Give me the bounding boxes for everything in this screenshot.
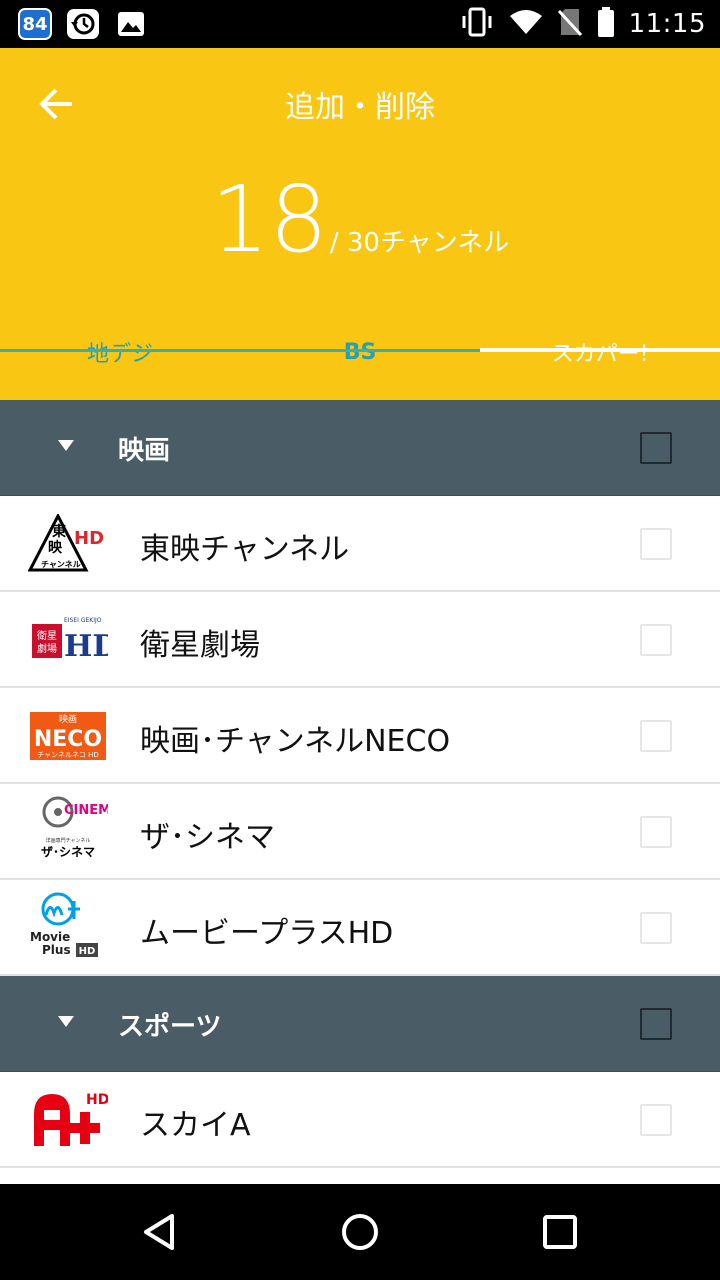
movieplus-logo-line1: Movie: [30, 930, 70, 944]
recents-nav-button[interactable]: [536, 1208, 584, 1256]
channel-list: 映画 東 映 HD チャンネル 東映チャンネル 衛星 劇場 HD EISEI G…: [0, 400, 720, 1168]
movieplus-logo-line2: Plus: [42, 943, 71, 957]
channel-row[interactable]: 東 映 HD チャンネル 東映チャンネル: [0, 496, 720, 592]
channel-checkbox[interactable]: [640, 816, 672, 848]
cinema-logo-sub2: ザ･シネマ: [41, 845, 95, 859]
category-label: スポーツ: [118, 1012, 222, 1042]
channel-label: 衛星劇場: [140, 628, 260, 663]
channel-label: 映画･チャンネルNECO: [140, 724, 451, 759]
channel-label: ザ･シネマ: [140, 820, 275, 855]
channel-checkbox[interactable]: [640, 624, 672, 656]
notification-badge: 84: [18, 8, 52, 40]
square-recents-icon: [543, 1215, 577, 1249]
channel-row[interactable]: Movie Plus HD ムービープラスHD: [0, 880, 720, 976]
category-checkbox[interactable]: [640, 432, 672, 464]
category-row-sports[interactable]: スポーツ: [0, 976, 720, 1072]
category-label: 映画: [118, 436, 171, 466]
the-cinema-logo: CINEMA 洋画専門チャンネル ザ･シネマ: [28, 796, 108, 862]
channel-checkbox[interactable]: [640, 1104, 672, 1136]
eisei-logo-hd: HD: [64, 629, 108, 664]
eisei-logo-top: EISEI GEKIJO: [64, 617, 102, 624]
sky-a-logo: HD: [28, 1090, 108, 1150]
tab-bs[interactable]: BS: [240, 306, 480, 398]
clock: 11:15: [628, 9, 706, 39]
tab-divider: [0, 349, 480, 352]
neco-logo-main: NECO: [34, 727, 102, 752]
channel-checkbox[interactable]: [640, 720, 672, 752]
cinema-logo-main: CINEMA: [64, 803, 108, 818]
channel-count: 18/ 30チャンネル: [0, 166, 720, 273]
status-bar-right: 11:15: [459, 6, 706, 42]
image-icon: [114, 8, 148, 40]
channel-label: ムービープラスHD: [140, 916, 394, 951]
cinema-logo-sub1: 洋画専門チャンネル: [46, 837, 91, 844]
channel-label: スカイA: [140, 1108, 251, 1143]
category-row-movie[interactable]: 映画: [0, 400, 720, 496]
toei-logo-line2: 映: [48, 540, 63, 556]
channel-row[interactable]: 映画 NECO チャンネルネコ HD 映画･チャンネルNECO: [0, 688, 720, 784]
caret-down-icon: [58, 440, 74, 451]
tab-skyperfect[interactable]: スカパー!: [480, 306, 720, 398]
vibrate-icon: [459, 7, 495, 41]
neco-logo-top: 映画: [59, 713, 77, 725]
status-bar-left: 84: [18, 8, 148, 40]
tab-bar: 地デジ BS スカパー!: [0, 306, 720, 398]
caret-down-icon: [58, 1016, 74, 1027]
eisei-logo-box: 衛星: [37, 629, 57, 642]
back-nav-button[interactable]: [136, 1208, 184, 1256]
eisei-logo-box2: 劇場: [37, 642, 57, 655]
channel-count-number: 18: [210, 166, 328, 273]
battery-icon: [597, 6, 615, 42]
skya-logo-hd: HD: [86, 1092, 108, 1108]
channel-label: 東映チャンネル: [140, 532, 350, 567]
tab-chideji[interactable]: 地デジ: [0, 306, 240, 398]
no-sim-icon: [557, 7, 583, 41]
toei-logo-sub: チャンネル: [41, 559, 81, 569]
tab-active-indicator: [480, 348, 720, 352]
channel-row[interactable]: 衛星 劇場 HD EISEI GEKIJO 衛星劇場: [0, 592, 720, 688]
circle-home-icon: [342, 1214, 378, 1250]
neco-logo: 映画 NECO チャンネルネコ HD: [28, 706, 108, 766]
movieplus-logo-hd: HD: [79, 946, 96, 957]
channel-row[interactable]: HD スカイA: [0, 1072, 720, 1168]
neco-logo-sub: チャンネルネコ HD: [37, 751, 99, 759]
restore-icon: [66, 8, 100, 40]
movie-plus-logo: Movie Plus HD: [28, 892, 108, 958]
toei-logo-hd: HD: [74, 528, 104, 549]
status-bar: 84 11:15: [0, 0, 720, 48]
channel-row[interactable]: CINEMA 洋画専門チャンネル ザ･シネマ ザ･シネマ: [0, 784, 720, 880]
eisei-gekijo-logo: 衛星 劇場 HD EISEI GEKIJO: [28, 610, 108, 670]
channel-count-total: / 30チャンネル: [329, 228, 510, 258]
page-title: 追加・削除: [285, 90, 435, 125]
wifi-icon: [509, 8, 543, 40]
home-nav-button[interactable]: [336, 1208, 384, 1256]
toei-channel-logo: 東 映 HD チャンネル: [28, 514, 108, 574]
category-checkbox[interactable]: [640, 1008, 672, 1040]
channel-checkbox[interactable]: [640, 528, 672, 560]
navigation-bar: [0, 1184, 720, 1280]
toei-logo-line1: 東: [52, 523, 66, 540]
channel-checkbox[interactable]: [640, 912, 672, 944]
triangle-back-icon: [144, 1214, 174, 1250]
